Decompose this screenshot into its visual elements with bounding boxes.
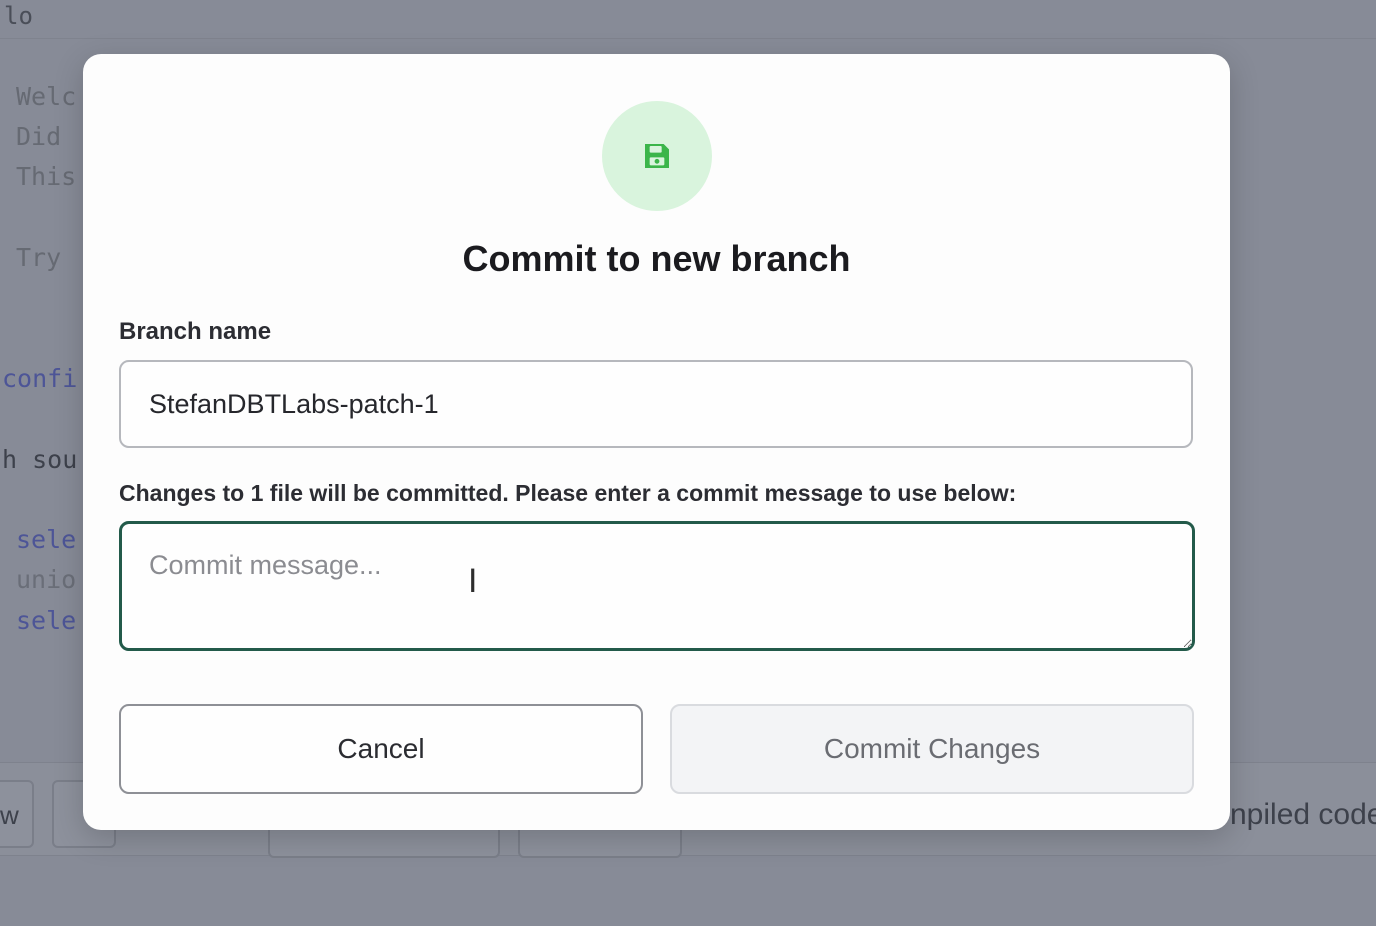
floppy-disk-icon bbox=[645, 144, 669, 168]
code-line: unio bbox=[16, 565, 77, 594]
code-line: h sou bbox=[2, 445, 78, 474]
compiled-code-tab: npiled code bbox=[1230, 798, 1376, 831]
code-line: confi bbox=[2, 364, 78, 393]
code-line: Try bbox=[16, 243, 77, 272]
code-line: Welc bbox=[16, 82, 77, 111]
code-line: sele bbox=[16, 606, 77, 635]
modal-title: Commit to new branch bbox=[462, 238, 851, 279]
code-line: This bbox=[16, 162, 77, 191]
cancel-button[interactable]: Cancel bbox=[119, 704, 643, 794]
code-line: sele bbox=[16, 525, 77, 554]
changes-note: Changes to 1 file will be committed. Ple… bbox=[119, 480, 1017, 506]
save-icon-badge bbox=[602, 101, 712, 211]
commit-message-textarea[interactable] bbox=[119, 521, 1195, 651]
commit-changes-button[interactable]: Commit Changes bbox=[670, 704, 1194, 794]
branch-name-input[interactable] bbox=[119, 360, 1193, 448]
background-tab-bar: lo bbox=[0, 0, 1376, 39]
branch-name-label: Branch name bbox=[119, 318, 272, 345]
background-tab-label: lo bbox=[4, 2, 33, 30]
background-text: w bbox=[0, 800, 19, 830]
code-line: Did bbox=[16, 122, 77, 151]
commit-branch-modal: Commit to new branch Branch name Changes… bbox=[83, 54, 1230, 830]
